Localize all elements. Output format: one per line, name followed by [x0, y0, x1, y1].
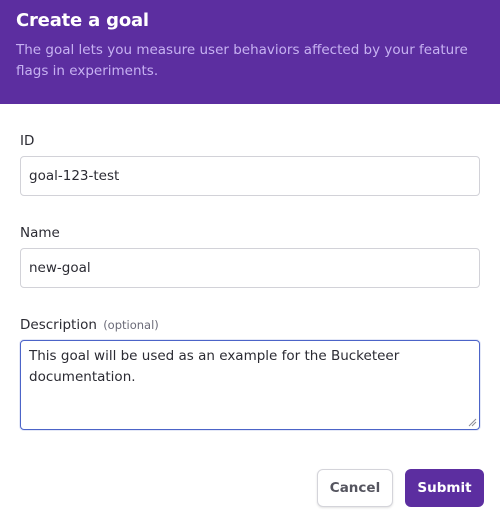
- create-goal-panel: Create a goal The goal lets you measure …: [0, 0, 500, 527]
- submit-button[interactable]: Submit: [405, 469, 484, 507]
- description-label-text: Description: [20, 317, 97, 333]
- name-label: Name: [20, 225, 60, 241]
- cancel-button[interactable]: Cancel: [317, 469, 393, 507]
- name-input[interactable]: [20, 248, 480, 288]
- description-label: Description (optional): [20, 317, 159, 333]
- panel-header: Create a goal The goal lets you measure …: [0, 0, 500, 104]
- panel-description: The goal lets you measure user behaviors…: [16, 42, 468, 79]
- description-textarea[interactable]: This goal will be used as an example for…: [20, 340, 480, 430]
- optional-hint: (optional): [103, 318, 159, 332]
- resize-handle-icon[interactable]: [467, 417, 477, 427]
- id-input[interactable]: [20, 156, 480, 196]
- id-label: ID: [20, 133, 35, 149]
- panel-title: Create a goal: [16, 10, 149, 31]
